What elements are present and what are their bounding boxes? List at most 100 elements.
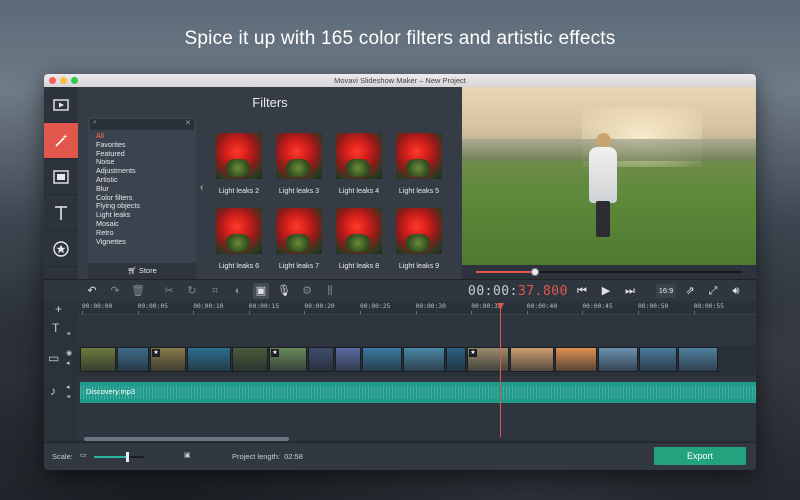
filter-thumbnail[interactable]: Light leaks 8 bbox=[336, 208, 382, 270]
add-track-button[interactable]: + bbox=[55, 302, 62, 316]
video-clip[interactable]: ★ bbox=[467, 347, 509, 372]
gear-icon: ⚙ bbox=[302, 285, 312, 297]
export-button[interactable]: Export bbox=[654, 447, 746, 465]
video-clip[interactable] bbox=[678, 347, 718, 372]
filters-tool-button[interactable] bbox=[44, 123, 78, 159]
video-clip[interactable] bbox=[510, 347, 554, 372]
equalizer-icon: ⫼ bbox=[327, 285, 333, 297]
scissors-icon: ✂ bbox=[164, 285, 174, 297]
video-clip[interactable] bbox=[403, 347, 445, 372]
category-search-input[interactable]: ⌕ ✕ bbox=[90, 119, 194, 130]
title-link-icon[interactable]: ⚭ bbox=[66, 330, 72, 338]
cut-button[interactable]: ✂ bbox=[161, 283, 177, 299]
close-window-button[interactable] bbox=[49, 77, 56, 84]
stickers-tool-button[interactable] bbox=[44, 231, 78, 267]
store-label: Store bbox=[138, 266, 157, 275]
rotate-button[interactable]: ↻ bbox=[184, 283, 200, 299]
video-clip[interactable] bbox=[598, 347, 638, 372]
ruler-tick bbox=[82, 311, 83, 314]
color-adjust-button[interactable]: ◐ bbox=[230, 283, 246, 299]
play-button[interactable]: ▶ bbox=[598, 283, 614, 299]
import-media-button[interactable] bbox=[44, 87, 78, 123]
fullscreen-button[interactable]: ⤢ bbox=[705, 283, 721, 299]
video-clip[interactable] bbox=[639, 347, 677, 372]
delete-button[interactable]: 🗑︎ bbox=[130, 283, 146, 299]
audio-clip[interactable]: Discovery.mp3 bbox=[80, 382, 756, 403]
window-controls bbox=[49, 77, 78, 84]
title-track-icon: T bbox=[52, 321, 60, 335]
volume-button[interactable]: 🔊︎ bbox=[728, 283, 744, 299]
ruler-tick-label: 00:00:45 bbox=[582, 303, 613, 310]
video-clip[interactable] bbox=[335, 347, 361, 372]
playhead[interactable] bbox=[500, 303, 501, 437]
filter-applied-icon: ★ bbox=[152, 349, 160, 357]
title-track[interactable] bbox=[78, 315, 756, 346]
audio-mute-icon[interactable]: ◂ bbox=[66, 383, 70, 391]
store-button[interactable]: 🛒︎ Store bbox=[88, 263, 196, 279]
video-preview bbox=[462, 87, 756, 265]
video-clip[interactable] bbox=[80, 347, 116, 372]
filter-thumbnail[interactable]: Light leaks 4 bbox=[336, 133, 382, 195]
filter-name: Light leaks 8 bbox=[338, 261, 380, 270]
maximize-window-button[interactable] bbox=[71, 77, 78, 84]
zoom-in-icon[interactable]: ▣ bbox=[184, 451, 191, 459]
play-icon: ▶ bbox=[601, 285, 611, 297]
ruler-tick bbox=[415, 311, 417, 314]
video-clip[interactable]: ★ bbox=[150, 347, 186, 372]
video-clip[interactable] bbox=[117, 347, 149, 372]
timeline-scrollbar[interactable] bbox=[84, 437, 289, 441]
video-clip[interactable] bbox=[362, 347, 402, 372]
filter-thumbnail[interactable]: Light leaks 2 bbox=[216, 133, 262, 195]
detach-preview-button[interactable]: ⇗ bbox=[682, 283, 698, 299]
scale-label: Scale: bbox=[52, 452, 73, 461]
ruler-tick bbox=[137, 311, 139, 314]
filter-preview-image bbox=[396, 208, 442, 254]
ruler-tick bbox=[304, 311, 306, 314]
aspect-ratio-button[interactable]: 16:9 bbox=[656, 284, 676, 298]
timeline-ruler[interactable]: 00:00:00 00:00:05 00:00:10 00:00:15 00:00:20… bbox=[78, 301, 756, 315]
filter-preview-image bbox=[336, 208, 382, 254]
video-clip[interactable] bbox=[232, 347, 268, 372]
clip-settings-button[interactable]: ⚙ bbox=[299, 283, 315, 299]
next-button[interactable]: ⏭︎ bbox=[622, 283, 638, 299]
previous-button[interactable]: ⏮︎ bbox=[574, 283, 590, 299]
seek-handle[interactable] bbox=[530, 268, 539, 276]
collapse-categories-icon[interactable]: ‹ bbox=[200, 182, 203, 193]
skip-forward-icon: ⏭︎ bbox=[625, 285, 635, 297]
redo-icon: ↷ bbox=[110, 285, 120, 297]
external-window-icon: ⇗ bbox=[685, 285, 695, 297]
seek-track[interactable] bbox=[476, 268, 742, 276]
filter-name: Light leaks 7 bbox=[278, 261, 320, 270]
video-mute-icon[interactable]: ◂ bbox=[66, 359, 70, 367]
filter-thumbnail[interactable]: Light leaks 6 bbox=[216, 208, 262, 270]
undo-button[interactable]: ↶ bbox=[84, 283, 100, 299]
category-item[interactable]: Vignettes bbox=[96, 237, 196, 247]
minimize-window-button[interactable] bbox=[60, 77, 67, 84]
scale-slider[interactable] bbox=[94, 452, 144, 462]
record-audio-button[interactable]: 🎙︎ bbox=[276, 283, 292, 299]
transitions-tool-button[interactable] bbox=[44, 159, 78, 195]
magic-wand-icon bbox=[55, 133, 68, 147]
pan-zoom-button[interactable]: ▣ bbox=[253, 283, 269, 299]
filter-thumbnail[interactable]: Light leaks 5 bbox=[396, 133, 442, 195]
video-clip[interactable] bbox=[446, 347, 466, 372]
video-clip[interactable] bbox=[308, 347, 334, 372]
video-clip[interactable] bbox=[187, 347, 231, 372]
filter-preview-image bbox=[216, 208, 262, 254]
redo-button[interactable]: ↷ bbox=[107, 283, 123, 299]
filter-thumbnail[interactable]: Light leaks 3 bbox=[276, 133, 322, 195]
clear-search-icon[interactable]: ✕ bbox=[185, 119, 191, 127]
ruler-tick bbox=[248, 311, 250, 314]
category-item[interactable]: Artistic bbox=[96, 175, 196, 185]
scale-handle[interactable] bbox=[125, 452, 129, 462]
video-clip[interactable]: ★ bbox=[269, 347, 307, 372]
video-visibility-icon[interactable]: ◉ bbox=[66, 349, 72, 357]
filter-thumbnail[interactable]: Light leaks 7 bbox=[276, 208, 322, 270]
video-clip[interactable] bbox=[555, 347, 597, 372]
audio-link-icon[interactable]: ⚭ bbox=[66, 393, 72, 401]
zoom-out-icon[interactable]: ▭ bbox=[80, 451, 87, 459]
crop-button[interactable]: ⌗ bbox=[207, 283, 223, 299]
filter-thumbnail[interactable]: Light leaks 9 bbox=[396, 208, 442, 270]
titles-tool-button[interactable] bbox=[44, 195, 78, 231]
audio-equalizer-button[interactable]: ⫼ bbox=[322, 283, 338, 299]
